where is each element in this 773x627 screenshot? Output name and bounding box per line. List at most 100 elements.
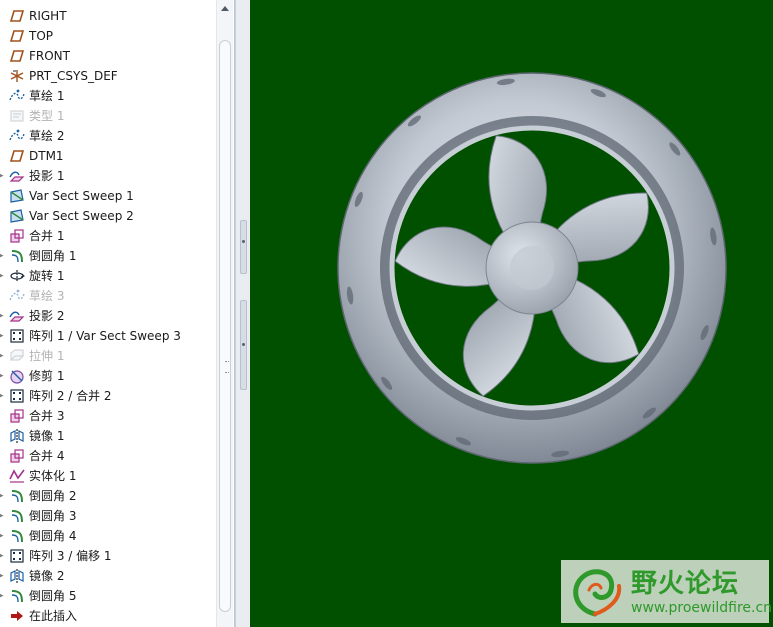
tree-item[interactable]: DTM1 <box>0 146 216 166</box>
tree-item[interactable]: ▸ 阵列 1 / Var Sect Sweep 3 <box>0 326 216 346</box>
splitter-dot-icon <box>242 240 245 243</box>
scrollbar-thumb[interactable] <box>219 40 231 612</box>
expand-arrow-icon[interactable]: ▸ <box>0 266 7 286</box>
expand-arrow-icon[interactable]: ▸ <box>0 166 7 186</box>
merge-icon <box>9 448 25 464</box>
tree-item-label: 倒圆角 4 <box>29 529 77 543</box>
tree-item[interactable]: 实体化 1 <box>0 466 216 486</box>
projection-icon <box>9 308 25 324</box>
tree-item-label: PRT_CSYS_DEF <box>29 69 118 83</box>
expand-arrow-icon[interactable]: ▸ <box>0 386 7 406</box>
expand-arrow-icon[interactable]: ▸ <box>0 546 7 566</box>
tree-item[interactable]: ▸ 阵列 2 / 合并 2 <box>0 386 216 406</box>
tree-item-label: 投影 1 <box>29 169 65 183</box>
expand-arrow-icon[interactable]: ▸ <box>0 586 7 606</box>
tree-item[interactable]: ▸ 倒圆角 5 <box>0 586 216 606</box>
tree-item-label: 镜像 2 <box>29 569 65 583</box>
tree-item[interactable]: 合并 1 <box>0 226 216 246</box>
var-sect-sweep-icon <box>9 188 25 204</box>
tree-item-label: 镜像 1 <box>29 429 65 443</box>
tree-item-label: 合并 4 <box>29 449 65 463</box>
tree-item[interactable]: RIGHT <box>0 6 216 26</box>
wheel-model-icon[interactable] <box>250 0 773 627</box>
pattern-icon <box>9 388 25 404</box>
expand-arrow-icon[interactable]: ▸ <box>0 246 7 266</box>
splitter-handle[interactable] <box>240 220 247 274</box>
tree-item-label: 倒圆角 1 <box>29 249 77 263</box>
round-icon <box>9 248 25 264</box>
expand-arrow-icon[interactable]: ▸ <box>0 566 7 586</box>
tree-item[interactable]: ▸ 倒圆角 1 <box>0 246 216 266</box>
graphics-viewport[interactable] <box>250 0 773 627</box>
datum-plane-icon <box>9 148 25 164</box>
coordinate-system-icon <box>9 68 25 84</box>
mirror-icon <box>9 568 25 584</box>
round-icon <box>9 508 25 524</box>
tree-item[interactable]: ▸ 阵列 3 / 偏移 1 <box>0 546 216 566</box>
tree-item[interactable]: 合并 4 <box>0 446 216 466</box>
panel-splitter[interactable] <box>235 0 251 627</box>
extrude-icon <box>9 348 25 364</box>
expand-arrow-icon[interactable]: ▸ <box>0 326 7 346</box>
tree-item[interactable]: Var Sect Sweep 2 <box>0 206 216 226</box>
tree-item[interactable]: ▸ 倒圆角 2 <box>0 486 216 506</box>
mirror-icon <box>9 428 25 444</box>
tree-item[interactable]: ▸ 旋转 1 <box>0 266 216 286</box>
model-tree: RIGHT TOP FRONT PRT_CSYS_DEF 草绘 1 类型 1 草绘 2 DTM… <box>0 6 216 626</box>
tree-item[interactable]: ▸ 倒圆角 3 <box>0 506 216 526</box>
tree-item-label: 合并 1 <box>29 229 65 243</box>
tree-item[interactable]: TOP <box>0 26 216 46</box>
tree-item-label: TOP <box>29 29 54 43</box>
tree-item[interactable]: ▸ 投影 2 <box>0 306 216 326</box>
tree-item[interactable]: PRT_CSYS_DEF <box>0 66 216 86</box>
merge-icon <box>9 228 25 244</box>
tree-item-label: 倒圆角 3 <box>29 509 77 523</box>
expand-arrow-icon[interactable]: ▸ <box>0 526 7 546</box>
pattern-icon <box>9 548 25 564</box>
tree-item-label: Var Sect Sweep 2 <box>29 209 134 223</box>
tree-item-label: FRONT <box>29 49 70 63</box>
tree-item-label: 修剪 1 <box>29 369 65 383</box>
trim-icon <box>9 368 25 384</box>
tree-item[interactable]: 类型 1 <box>0 106 216 126</box>
sketch-icon <box>9 288 25 304</box>
tree-item-label: DTM1 <box>29 149 64 163</box>
insert-here-arrow-icon <box>9 608 25 624</box>
tree-item[interactable]: FRONT <box>0 46 216 66</box>
grip-icon <box>225 361 229 373</box>
sketch-icon <box>9 128 25 144</box>
expand-arrow-icon[interactable]: ▸ <box>0 306 7 326</box>
tree-item[interactable]: 草绘 3 <box>0 286 216 306</box>
tree-item-label: Var Sect Sweep 1 <box>29 189 134 203</box>
expand-arrow-icon[interactable]: ▸ <box>0 506 7 526</box>
tree-item[interactable]: ▸ 倒圆角 4 <box>0 526 216 546</box>
tree-item[interactable]: 草绘 1 <box>0 86 216 106</box>
tree-item[interactable]: 草绘 2 <box>0 126 216 146</box>
tree-item[interactable]: 在此插入 <box>0 606 216 626</box>
tree-item[interactable]: ▸ 镜像 2 <box>0 566 216 586</box>
tree-item[interactable]: Var Sect Sweep 1 <box>0 186 216 206</box>
watermark-url: www.proewildfire.cn <box>631 600 773 616</box>
expand-arrow-icon[interactable]: ▸ <box>0 366 7 386</box>
tree-item[interactable]: ▸ 修剪 1 <box>0 366 216 386</box>
tree-item-label: 草绘 2 <box>29 129 65 143</box>
tree-item-label: 阵列 3 / 偏移 1 <box>29 549 112 563</box>
tree-item-label: 旋转 1 <box>29 269 65 283</box>
tree-item-label: 投影 2 <box>29 309 65 323</box>
tree-scrollbar[interactable] <box>216 0 233 627</box>
pattern-icon <box>9 328 25 344</box>
tree-item[interactable]: ▸ 拉伸 1 <box>0 346 216 366</box>
tree-item-label: RIGHT <box>29 9 67 23</box>
tree-item[interactable]: 镜像 1 <box>0 426 216 446</box>
type-feature-icon <box>9 108 25 124</box>
tree-item[interactable]: 合并 3 <box>0 406 216 426</box>
expand-arrow-icon[interactable]: ▸ <box>0 346 7 366</box>
scroll-up-arrow-icon[interactable] <box>221 6 229 11</box>
round-icon <box>9 488 25 504</box>
forum-watermark: 野火论坛 www.proewildfire.cn <box>561 560 773 623</box>
tree-item-label: 草绘 1 <box>29 89 65 103</box>
tree-item[interactable]: ▸ 投影 1 <box>0 166 216 186</box>
tree-item-label: 阵列 1 / Var Sect Sweep 3 <box>29 329 181 343</box>
expand-arrow-icon[interactable]: ▸ <box>0 486 7 506</box>
splitter-dot-icon <box>242 343 245 346</box>
